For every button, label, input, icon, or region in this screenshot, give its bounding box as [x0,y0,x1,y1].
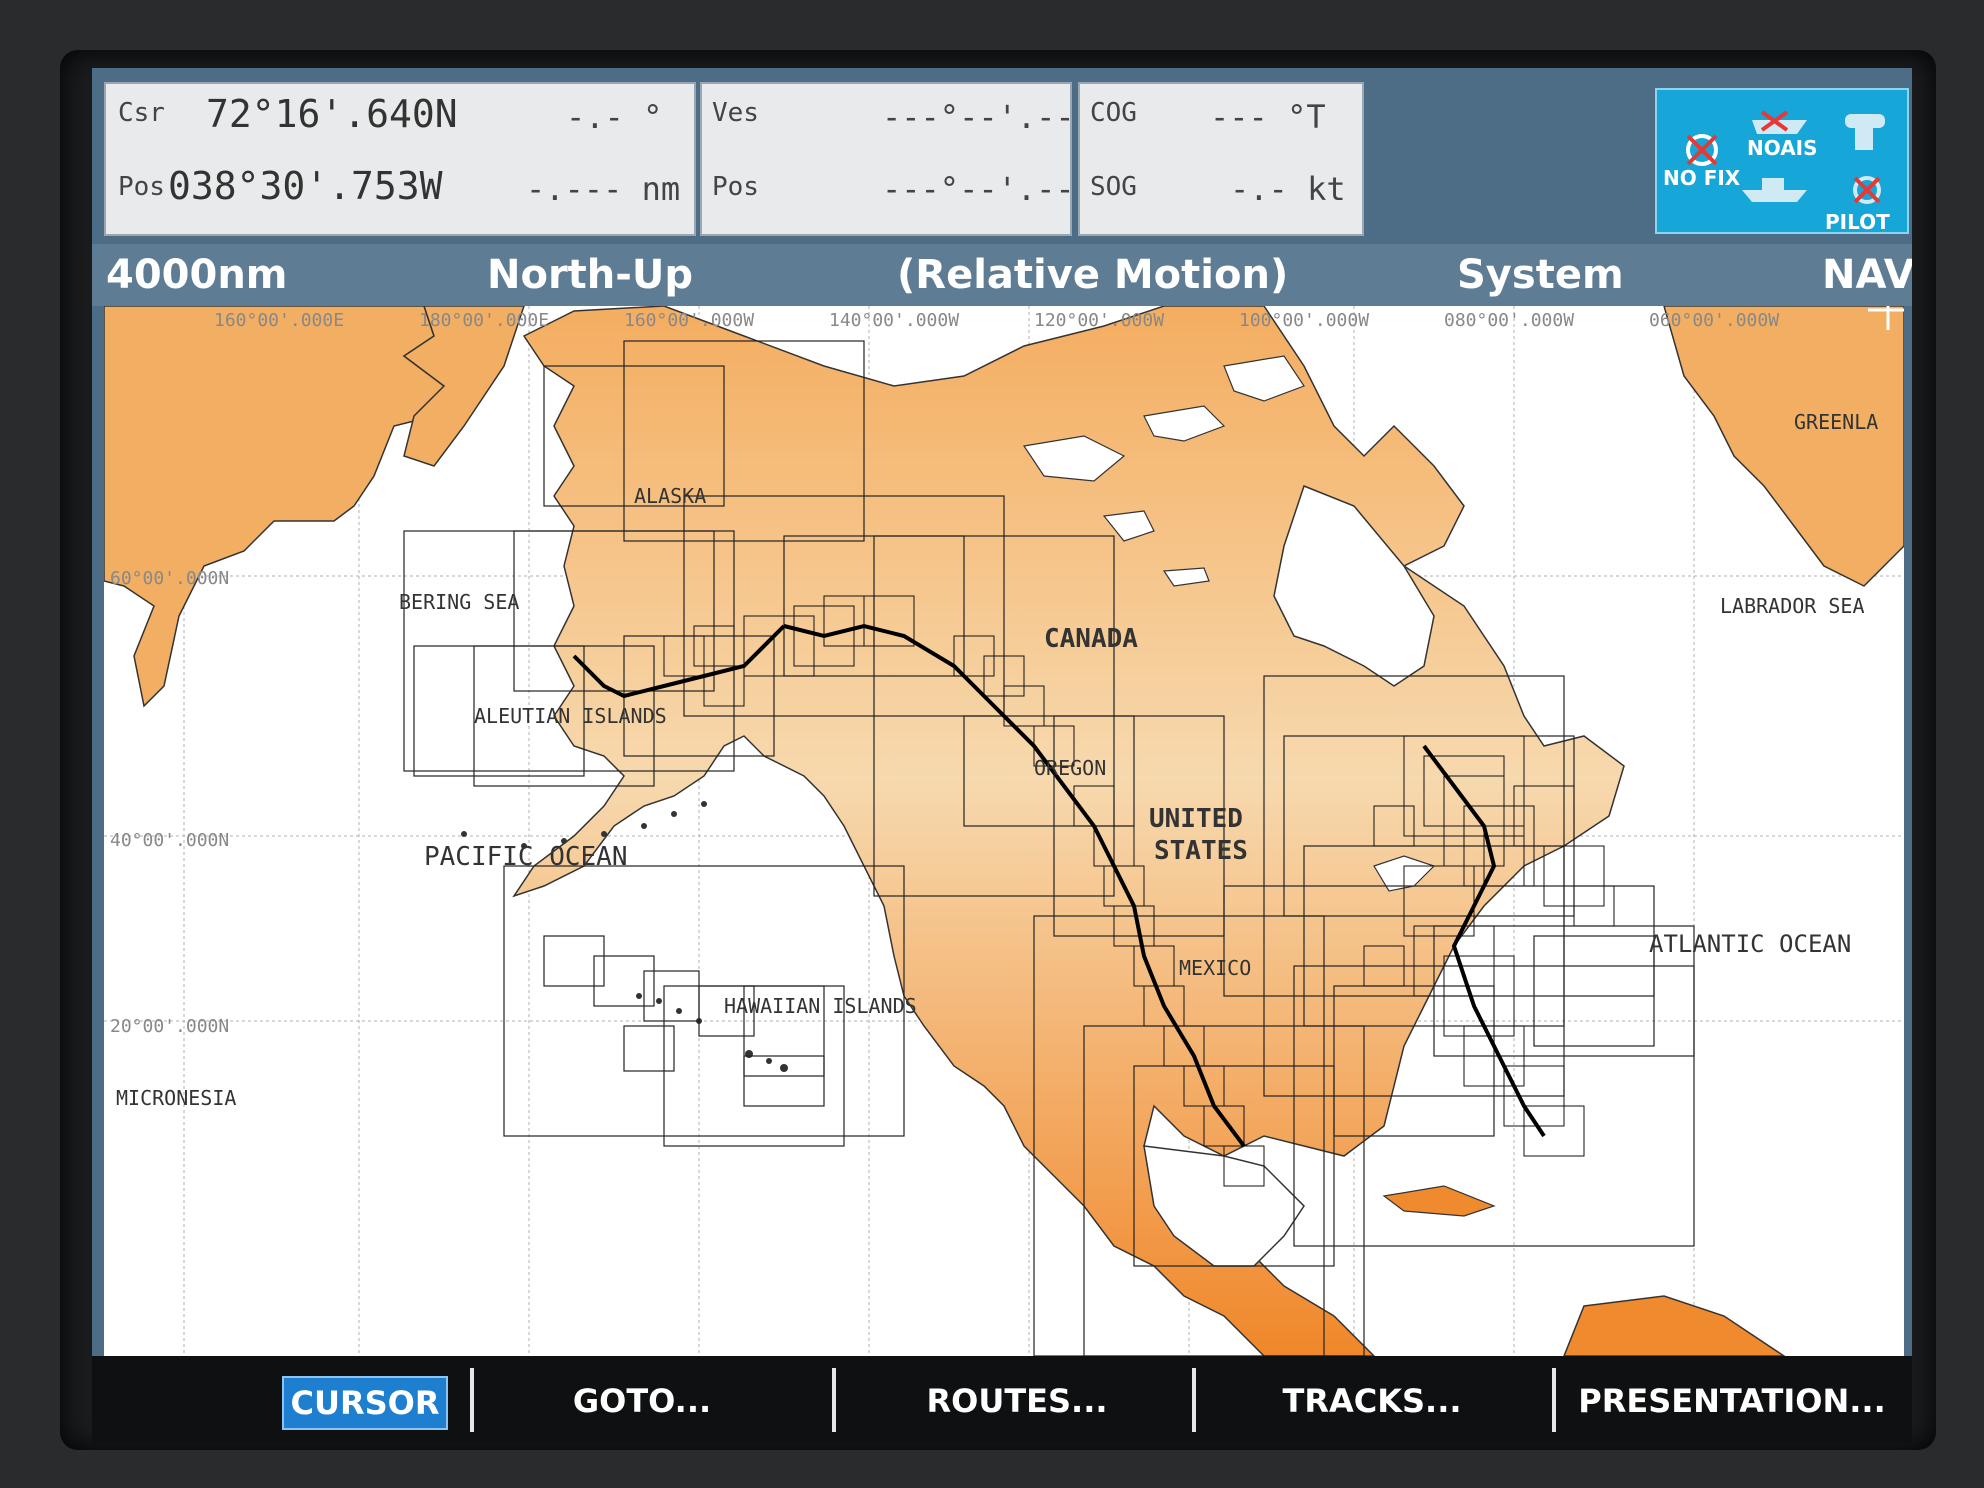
ais-ship-icon [1752,110,1807,134]
label-atlantic-ocean: ATLANTIC OCEAN [1649,930,1852,958]
label-bering-sea: BERING SEA [399,590,520,614]
chartplotter-screen: Csr Pos 72°16'.640N 038°30'.753W -.- ° -… [92,68,1912,1443]
cursor-latitude: 72°16'.640N [206,92,458,136]
softkey-goto[interactable]: GOTO... [492,1376,792,1426]
csr-label: Csr [118,98,165,128]
cuba-island [1382,1185,1496,1217]
sog-value: -.- kt [1230,170,1346,208]
label-alaska: ALASKA [634,484,707,508]
radar-icon [1845,114,1885,150]
chart-canvas [104,306,1904,1356]
label-oregon: OREGON [1034,756,1107,780]
chart-range[interactable]: 4000nm [106,252,287,298]
lon-label-180: 180°00'.000E [419,310,550,331]
system-mode[interactable]: System [1457,252,1624,298]
cursor-longitude: 038°30'.753W [168,164,443,208]
softkey-presentation[interactable]: PRESENTATION... [1567,1376,1897,1426]
status-icons-panel[interactable]: NOAIS NO FIX PILOT [1655,88,1909,234]
softkey-divider [1552,1368,1556,1432]
label-labrador-sea: LABRADOR SEA [1720,594,1865,618]
vessel-pos-label: Pos [712,172,759,202]
cog-label: COG [1090,98,1137,128]
lon-label-140w: 140°00'.000W [829,310,960,331]
cog-value: --- °T [1210,98,1326,136]
lat-label-40n: 40°00'.000N [110,830,230,851]
chart-status-bar: 4000nm North-Up (Relative Motion) System… [92,244,1912,306]
boat-icon [1742,178,1807,202]
softkey-divider [470,1368,474,1432]
pilot-status: PILOT [1825,210,1890,234]
nav-page[interactable]: NAV [1822,252,1912,298]
noais-status: NOAIS [1747,136,1818,160]
lon-label-160w: 160°00'.000W [624,310,755,331]
label-canada: CANADA [1044,624,1138,654]
gps-icon [1686,134,1718,166]
label-hawaiian-islands: HAWAIIAN ISLANDS [724,994,917,1018]
softkey-bar: CURSOR GOTO... ROUTES... TRACKS... PRESE… [92,1356,1912,1443]
nautical-chart[interactable]: 160°00'.000E 180°00'.000E 160°00'.000W 1… [104,306,1904,1356]
chart-orientation[interactable]: North-Up [487,252,693,298]
lon-label-080w: 080°00'.000W [1444,310,1575,331]
lat-label-60n: 60°00'.000N [110,568,230,589]
sog-label: SOG [1090,172,1137,202]
softkey-cursor[interactable]: CURSOR [282,1376,448,1430]
greenland-landmass [1663,306,1904,587]
nofix-status: NO FIX [1663,166,1741,190]
label-aleutian-islands: ALEUTIAN ISLANDS [474,704,667,728]
lat-label-20n: 20°00'.000N [110,1016,230,1037]
label-united: UNITED [1149,804,1243,834]
south-america-landmass [1563,1295,1786,1356]
course-speed-panel: COG SOG --- °T -.- kt [1078,82,1364,236]
lon-label-100w: 100°00'.000W [1239,310,1370,331]
label-states: STATES [1154,836,1248,866]
ves-label: Ves [712,98,759,128]
vessel-position-panel: Ves Pos ---°--'.--- ---°--'.--- [700,82,1094,236]
label-pacific-ocean: PACIFIC OCEAN [424,842,628,872]
lon-label-060w: 060°00'.000W [1649,310,1780,331]
label-micronesia: MICRONESIA [116,1086,237,1110]
softkey-divider [832,1368,836,1432]
vessel-longitude: ---°--'.--- [882,170,1094,208]
siberia-landmass [104,306,445,708]
autopilot-icon [1853,176,1881,204]
cursor-pos-label: Pos [118,172,165,202]
motion-mode[interactable]: (Relative Motion) [897,252,1288,298]
label-mexico: MEXICO [1179,956,1252,980]
vessel-latitude: ---°--'.--- [882,98,1094,136]
softkey-tracks[interactable]: TRACKS... [1212,1376,1532,1426]
cursor-bearing: -.- ° [566,98,663,136]
lon-label-160e: 160°00'.000E [214,310,345,331]
softkey-divider [1192,1368,1196,1432]
label-greenland: GREENLA [1794,410,1879,434]
softkey-routes[interactable]: ROUTES... [852,1376,1182,1426]
cursor-position-panel: Csr Pos 72°16'.640N 038°30'.753W -.- ° -… [104,82,696,236]
cursor-crosshair-icon [1868,306,1904,330]
cursor-range: -.--- nm [526,170,681,208]
lon-label-120w: 120°00'.000W [1034,310,1165,331]
